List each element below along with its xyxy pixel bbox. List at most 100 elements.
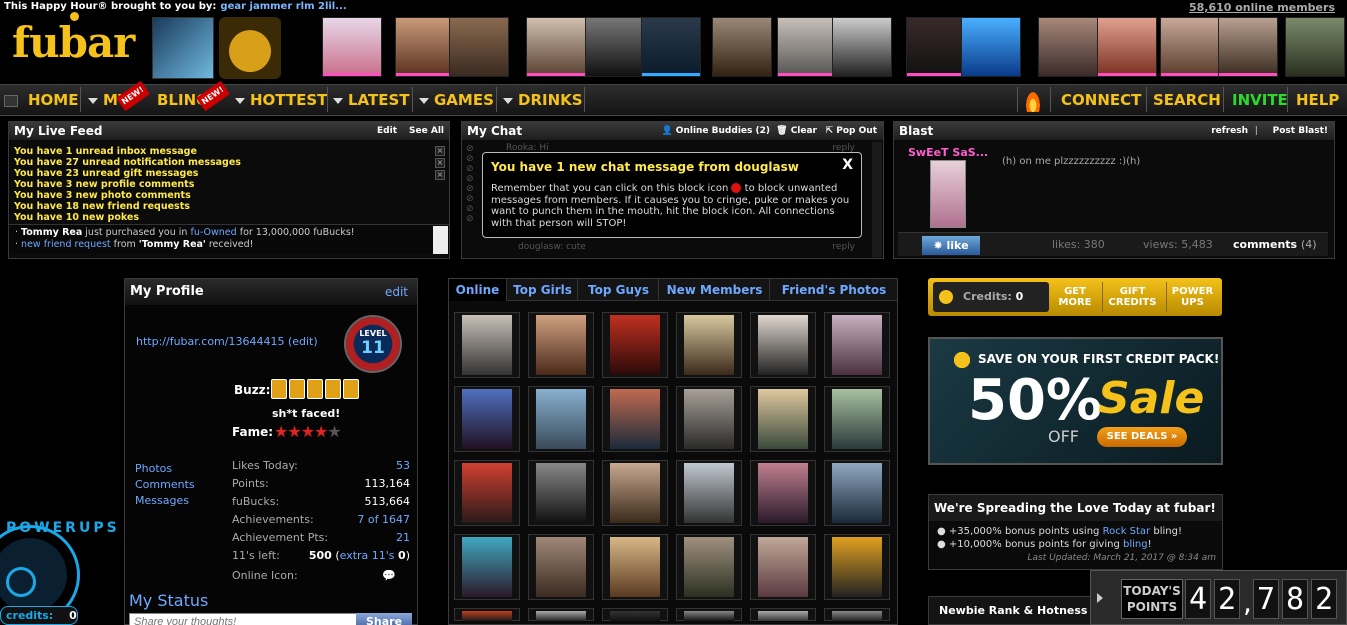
power-ups-button[interactable]: POWER UPS: [1166, 282, 1218, 312]
member-photo[interactable]: [676, 608, 742, 621]
member-photo[interactable]: [454, 312, 520, 378]
notice-item[interactable]: You have 3 new profile comments: [9, 179, 449, 190]
blast-username[interactable]: SwEeT SaS...: [908, 146, 988, 159]
gift-credits-button[interactable]: GIFT CREDITS: [1102, 282, 1162, 312]
friend-request-link[interactable]: new friend request: [21, 239, 111, 250]
close-icon[interactable]: ×: [435, 170, 445, 180]
activity-user[interactable]: 'Tommy Rea': [139, 239, 206, 250]
notice-item[interactable]: You have 23 unread gift messages: [9, 168, 449, 179]
member-photo[interactable]: [824, 608, 890, 621]
scrollbar[interactable]: [433, 226, 448, 254]
member-photo[interactable]: [676, 386, 742, 452]
member-thumb[interactable]: [961, 17, 1021, 77]
notice-item[interactable]: You have 10 new pokes: [9, 212, 449, 223]
status-input[interactable]: [129, 613, 357, 625]
nav-home[interactable]: HOME: [28, 85, 78, 116]
notice-item[interactable]: You have 18 new friend requests: [9, 201, 449, 212]
member-photo[interactable]: [750, 608, 816, 621]
extra-11s-link[interactable]: extra 11's: [340, 549, 395, 562]
member-photo[interactable]: [454, 460, 520, 526]
tab-friends-photos[interactable]: Friend's Photos: [771, 279, 897, 301]
photos-link[interactable]: Photos: [135, 461, 195, 477]
stat-value[interactable]: 21: [396, 531, 410, 544]
member-photo[interactable]: [676, 312, 742, 378]
close-icon[interactable]: ×: [435, 146, 445, 156]
member-photo[interactable]: [676, 460, 742, 526]
close-icon[interactable]: ×: [435, 158, 445, 168]
member-photo[interactable]: [750, 460, 816, 526]
member-thumb[interactable]: [449, 17, 509, 77]
see-deals-button[interactable]: SEE DEALS »: [1097, 427, 1187, 447]
beer-mug-icon[interactable]: [219, 17, 281, 79]
chevron-right-icon[interactable]: [1097, 593, 1103, 603]
happy-hour-promo-image[interactable]: [152, 17, 214, 79]
member-photo[interactable]: [750, 386, 816, 452]
member-thumb[interactable]: [526, 17, 586, 77]
popup-title[interactable]: You have 1 new chat message from douglas…: [491, 160, 853, 174]
member-photo[interactable]: [602, 386, 668, 452]
profile-url-link[interactable]: http://fubar.com/13644415 (edit): [136, 335, 318, 348]
member-thumb[interactable]: [585, 17, 645, 77]
member-photo[interactable]: [750, 312, 816, 378]
member-thumb[interactable]: [1097, 17, 1157, 77]
member-thumb[interactable]: [395, 17, 455, 77]
tab-top-guys[interactable]: Top Guys: [579, 279, 659, 301]
nav-search[interactable]: SEARCH: [1153, 85, 1221, 116]
notice-item[interactable]: You have 27 unread notification messages: [9, 157, 449, 168]
member-thumb[interactable]: [322, 17, 382, 77]
stat-value[interactable]: 7 of 1647: [357, 513, 410, 526]
member-thumb[interactable]: [1038, 17, 1098, 77]
nav-help[interactable]: HELP: [1296, 85, 1339, 116]
comments-link[interactable]: Comments: [135, 477, 195, 493]
collapse-icon[interactable]: [4, 95, 18, 107]
stat-value[interactable]: 53: [396, 459, 410, 472]
comments-link[interactable]: comments (4): [1233, 238, 1317, 251]
member-thumb[interactable]: [777, 17, 837, 77]
fu-owned-link[interactable]: fu-Owned: [190, 227, 236, 238]
tab-top-girls[interactable]: Top Girls: [508, 279, 578, 301]
blast-avatar[interactable]: [930, 160, 966, 228]
sale-banner[interactable]: SAVE ON YOUR FIRST CREDIT PACK! 50% OFF …: [928, 337, 1223, 465]
member-photo[interactable]: [602, 608, 668, 621]
feed-edit-link[interactable]: Edit: [377, 122, 397, 140]
member-photo[interactable]: [528, 386, 594, 452]
reply-link[interactable]: reply: [832, 242, 855, 252]
feed-see-all-link[interactable]: See All: [409, 122, 444, 140]
member-photo[interactable]: [602, 534, 668, 600]
level-badge[interactable]: LEVEL 11: [344, 315, 402, 373]
member-photo[interactable]: [676, 534, 742, 600]
member-thumb[interactable]: [1160, 17, 1220, 77]
member-photo[interactable]: [528, 534, 594, 600]
member-thumb[interactable]: [712, 17, 772, 77]
nav-connect[interactable]: CONNECT: [1061, 85, 1141, 116]
member-photo[interactable]: [528, 608, 594, 621]
member-thumb[interactable]: [906, 17, 966, 77]
nav-games[interactable]: GAMES: [419, 85, 494, 116]
todays-points-widget[interactable]: TODAY'S POINTS 42,782: [1090, 570, 1347, 625]
member-photo[interactable]: [750, 534, 816, 600]
powerup-credits[interactable]: credits: 0: [0, 606, 78, 625]
rock-star-link[interactable]: Rock Star: [1103, 526, 1151, 537]
member-photo[interactable]: [454, 534, 520, 600]
notice-item[interactable]: You have 3 new photo comments: [9, 190, 449, 201]
member-photo[interactable]: [824, 312, 890, 378]
nav-hottest[interactable]: HOTTEST: [235, 85, 327, 116]
messages-link[interactable]: Messages: [135, 493, 195, 509]
member-photo[interactable]: [824, 386, 890, 452]
online-members-link[interactable]: 58,610 online members: [1189, 1, 1335, 14]
notice-item[interactable]: You have 1 unread inbox message: [9, 146, 449, 157]
online-buddies-link[interactable]: 👤 Online Buddies (2): [661, 122, 770, 140]
bling-link[interactable]: bling: [1123, 539, 1148, 550]
member-thumb[interactable]: [832, 17, 892, 77]
member-photo[interactable]: [454, 608, 520, 621]
tab-new-members[interactable]: New Members: [660, 279, 770, 301]
member-thumb[interactable]: [1218, 17, 1278, 77]
pop-out-link[interactable]: ⇱ Pop Out: [826, 122, 877, 140]
chat-bubble-icon[interactable]: 💬: [382, 569, 396, 582]
credits-balance[interactable]: Credits: 0: [933, 282, 1049, 312]
scrollbar[interactable]: [872, 142, 882, 257]
member-photo[interactable]: [454, 386, 520, 452]
activity-user[interactable]: Tommy Rea: [21, 227, 82, 238]
post-blast-link[interactable]: Post Blast!: [1273, 122, 1328, 140]
member-thumb[interactable]: [641, 17, 701, 77]
